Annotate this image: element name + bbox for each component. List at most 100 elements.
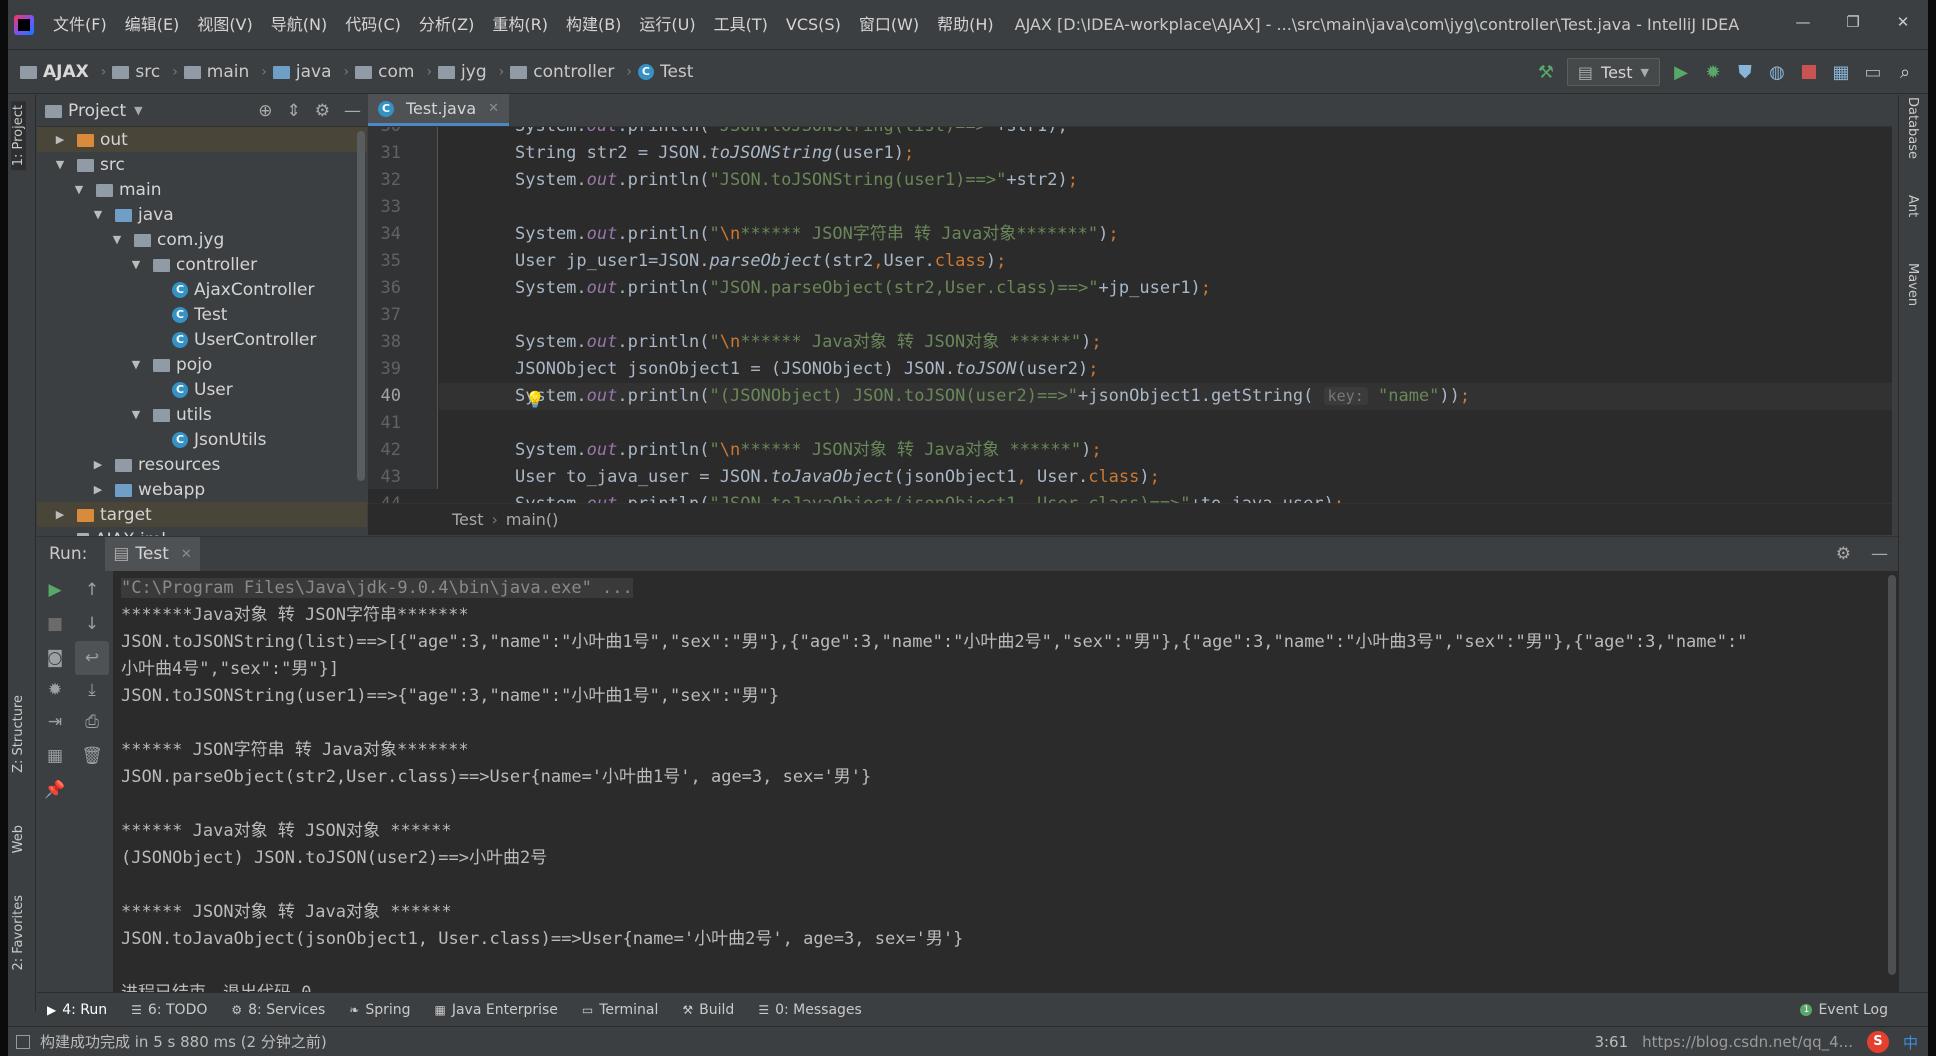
status-toggle-icon[interactable] [16,1034,30,1049]
menu-item[interactable]: 帮助(H) [928,0,1003,50]
menu-item[interactable]: 编辑(E) [116,0,189,50]
run-tab-test[interactable]: ▤ Test ✕ [105,537,200,571]
tool-window-button[interactable]: ⚒ Build [682,1002,734,1018]
tree-item[interactable]: ▼ pojo [37,352,367,377]
code-text[interactable]: System.out.println("JSON.toJSONString(li… [439,127,1892,503]
code-line[interactable]: User to_java_user = JSON.toJavaObject(js… [439,464,1892,491]
database-tool-tab[interactable]: Database [1905,97,1920,159]
scroll-to-end-icon[interactable]: ⤓ [81,679,103,701]
close-icon[interactable]: ✕ [1878,0,1928,44]
tool-window-button[interactable]: ☰ 0: Messages [758,1002,862,1018]
close-tab-icon[interactable]: ✕ [181,547,192,562]
layout-icon[interactable]: ▦ [44,745,66,767]
gear-icon[interactable]: ⚙ [1836,544,1851,564]
collapsed-arrow-icon[interactable]: ▶ [91,483,105,496]
expanded-arrow-icon[interactable]: ▼ [110,233,124,246]
exit-icon[interactable]: ⇥ [44,711,66,733]
tree-item[interactable]: ▼ utils [37,402,367,427]
chevron-down-icon[interactable]: ▼ [134,104,142,117]
code-line[interactable]: System.out.println("JSON.toJavaObject(js… [439,491,1892,503]
expanded-arrow-icon[interactable]: ▼ [129,408,143,421]
trash-icon[interactable]: 🗑 [81,745,103,767]
tree-item[interactable]: ▼ controller [37,252,367,277]
tool-window-button[interactable]: ▶ 4: Run [47,1002,107,1018]
project-panel-title[interactable]: Project [68,101,126,121]
scrollbar[interactable] [357,131,365,481]
tool-window-button[interactable]: ❧ Spring [349,1002,410,1018]
breadcrumb-item[interactable]: jyg [438,62,487,82]
event-log-button[interactable]: 1 Event Log [1800,1002,1888,1018]
gear-icon[interactable]: ⚙ [315,101,330,121]
ime-icon[interactable]: S [1866,1031,1889,1053]
breadcrumb-item[interactable]: main [183,62,249,82]
rerun-icon[interactable]: ▶ [44,579,66,601]
breadcrumb-item[interactable]: AJAX [20,62,89,82]
build-hammer-icon[interactable]: ⚒ [1535,61,1557,83]
breadcrumb-item[interactable]: src [112,62,160,82]
tool-window-button[interactable]: ▦ Java Enterprise [435,1002,558,1018]
debug-bug-icon[interactable]: ✹ [44,679,66,701]
code-line[interactable] [439,302,1892,329]
caret-position[interactable]: 3:61 [1594,1033,1628,1051]
minimize-icon[interactable]: — [1778,0,1828,44]
run-config-select[interactable]: ▤ Test ▼ [1566,58,1660,86]
tree-item[interactable]: C AjaxController [37,277,367,302]
code-area[interactable]: 30 31 32 33 34 35 36 37 38 39 40 41 42 43 44 System.ou… [368,127,1892,503]
expanded-arrow-icon[interactable]: ▼ [72,183,86,196]
code-line[interactable] [439,410,1892,437]
collapsed-arrow-icon[interactable]: ▶ [53,133,67,146]
code-line[interactable]: System.out.println("\n****** JSON字符串 转 J… [439,221,1892,248]
editor-breadcrumb-item[interactable]: Test [452,510,484,529]
camera-icon[interactable]: ◙ [44,647,66,669]
menu-item[interactable]: 工具(T) [705,0,777,50]
locate-icon[interactable]: ⊕ [258,101,272,121]
breadcrumb-item[interactable]: java [272,62,332,82]
ant-tool-tab[interactable]: Ant [1905,195,1920,217]
code-line[interactable]: System.out.println("(JSONObject) JSON.to… [439,383,1892,410]
hide-icon[interactable]: — [344,101,361,121]
code-line[interactable]: User jp_user1=JSON.parseObject(str2,User… [439,248,1892,275]
tree-item[interactable]: C JsonUtils [37,427,367,452]
restore-icon[interactable]: ❐ [1828,0,1878,44]
menu-item[interactable]: 文件(F) [44,0,116,50]
collapsed-arrow-icon[interactable]: ▶ [53,508,67,521]
tree-item[interactable]: C User [37,377,367,402]
code-line[interactable]: System.out.println("\n****** JSON对象 转 Ja… [439,437,1892,464]
menu-item[interactable]: 重构(R) [483,0,557,50]
menu-item[interactable]: 视图(V) [188,0,261,50]
search-icon[interactable]: ⌕ [1894,61,1916,83]
down-arrow-icon[interactable]: ↓ [81,613,103,635]
expanded-arrow-icon[interactable]: ▼ [53,158,67,171]
tree-item[interactable]: ▼ com.jyg [37,227,367,252]
ime-mode-icon[interactable]: 中 [1903,1032,1918,1053]
project-structure-icon[interactable]: ▦ [1830,61,1852,83]
console-output[interactable]: "C:\Program Files\Java\jdk-9.0.4\bin\jav… [113,571,1884,992]
expanded-arrow-icon[interactable]: ▼ [91,208,105,221]
web-tool-tab[interactable]: Web [11,825,26,853]
menu-item[interactable]: 导航(N) [262,0,336,50]
expanded-arrow-icon[interactable]: ▼ [129,258,143,271]
project-tool-tab[interactable]: 1: Project [11,101,26,171]
collapse-all-icon[interactable]: ⇕ [287,101,301,121]
menu-item[interactable]: 构建(B) [557,0,630,50]
close-tab-icon[interactable]: ✕ [488,101,499,116]
profile-icon[interactable]: ◍ [1766,61,1788,83]
code-line[interactable]: System.out.println("JSON.toJSONString(li… [439,127,1892,140]
debug-icon[interactable]: ✹ [1702,61,1724,83]
editor-breadcrumb-item[interactable]: main() [506,510,558,529]
tree-item[interactable]: ▼ main [37,177,367,202]
code-line[interactable]: JSONObject jsonObject1 = (JSONObject) JS… [439,356,1892,383]
tab-test-java[interactable]: C Test.java ✕ [368,94,510,126]
hide-icon[interactable]: — [1871,544,1888,564]
breadcrumb-item[interactable]: com [355,62,414,82]
tree-item[interactable]: ▼ src [37,152,367,177]
tree-item[interactable]: C UserController [37,327,367,352]
menu-item[interactable]: VCS(S) [777,0,850,50]
tree-item[interactable]: ▶ resources [37,452,367,477]
print-icon[interactable]: ⎙ [81,711,103,733]
scrollbar[interactable] [1888,575,1896,975]
code-line[interactable] [439,194,1892,221]
menu-item[interactable]: 窗口(W) [850,0,928,50]
collapsed-arrow-icon[interactable]: ▶ [91,458,105,471]
code-line[interactable]: String str2 = JSON.toJSONString(user1); [439,140,1892,167]
